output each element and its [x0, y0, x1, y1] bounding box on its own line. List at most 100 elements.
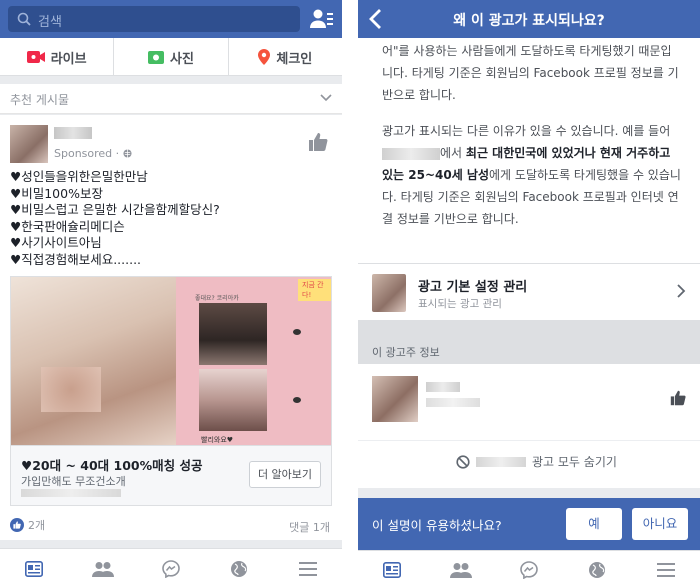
- comment-count[interactable]: 댓글 1개: [289, 519, 330, 535]
- ad-image-badge: 지금 간다!: [298, 279, 331, 301]
- advertiser-detail-blurred: [426, 398, 480, 407]
- manage-ad-preferences-sub: 표시되는 광고 관리: [418, 298, 502, 310]
- manage-ad-preferences-label: 광고 기본 설정 관리: [418, 280, 528, 295]
- advertiser-name-blurred: [476, 456, 526, 467]
- friend-requests-icon[interactable]: [310, 8, 334, 30]
- reaction-count[interactable]: 2개: [10, 517, 45, 533]
- feedback-question: 이 설명이 유용하셨나요?: [372, 518, 502, 533]
- like-count: 2개: [28, 519, 46, 532]
- globe-icon: [123, 149, 132, 158]
- post-line: ♥비밀스럽고 은밀한 시간을함께할당신?: [10, 202, 220, 217]
- tab-menu[interactable]: [274, 549, 342, 588]
- learn-more-button[interactable]: 더 알아보기: [249, 461, 321, 488]
- advertiser-info-header: 이 광고주 정보: [358, 344, 700, 364]
- advertiser-row[interactable]: [358, 364, 700, 434]
- advertiser-avatar[interactable]: [10, 125, 48, 163]
- post-line: ♥성인들을위한은밀한만남: [10, 169, 148, 184]
- header-bar: 왜 이 광고가 표시되나요?: [358, 0, 700, 38]
- post-text: ♥성인들을위한은밀한만남 ♥비밀100%보장 ♥비밀스럽고 은밀한 시간을함께할…: [10, 169, 330, 268]
- chevron-down-icon[interactable]: [320, 94, 332, 102]
- ad-description: 가입만해도 무조건소개: [21, 475, 126, 488]
- bottom-tab-bar: [0, 548, 342, 588]
- post-line: ♥직접경험해보세요.......: [10, 251, 142, 267]
- checkin-button[interactable]: 체크인: [229, 38, 342, 76]
- photo-button[interactable]: 사진: [114, 38, 229, 76]
- profile-avatar: [372, 274, 406, 312]
- messenger-icon: [162, 559, 180, 578]
- thumbs-up-icon[interactable]: [308, 132, 328, 152]
- tab-friends[interactable]: [68, 549, 136, 588]
- like-reaction-icon: [10, 518, 24, 532]
- explanation-text: 어"를 사용하는 사람들에게 도달하도록 타게팅했기 때문입니다. 타게팅 기준…: [382, 40, 682, 230]
- tab-messenger[interactable]: [495, 551, 563, 588]
- photo-label: 사진: [170, 51, 194, 67]
- advertiser-name-blurred: [426, 382, 460, 392]
- explanation-paragraph-1: 어"를 사용하는 사람들에게 도달하도록 타게팅했기 때문입니다. 타게팅 기준…: [382, 44, 679, 102]
- why-this-ad-screen: 왜 이 광고가 표시되나요? 어"를 사용하는 사람들에게 도달하도록 타게팅했…: [358, 0, 700, 588]
- yes-button[interactable]: 예: [566, 508, 622, 540]
- composer-bar: 라이브 사진 체크인: [0, 38, 342, 76]
- location-pin-icon: [258, 49, 271, 65]
- sponsored-text: Sponsored ·: [54, 147, 123, 160]
- ad-image-caption: 좋대요? 코리아카: [195, 295, 239, 302]
- search-input[interactable]: 검색: [8, 6, 300, 32]
- post-line: ♥비밀100%보장: [10, 185, 103, 201]
- menu-icon: [298, 561, 317, 576]
- advertiser-info-label: 이 광고주 정보: [372, 346, 440, 359]
- globe-icon: [589, 561, 606, 578]
- explanation-paragraph-2: 광고가 표시되는 다른 이유가 있을 수 있습니다. 예를 들어 에서 최근 대…: [382, 124, 681, 226]
- advertiser-name-blurred: [382, 147, 440, 160]
- ad-image[interactable]: 지금 간다! 좋대요? 코리아카 빨리와요♥: [11, 277, 331, 445]
- messenger-icon: [520, 560, 538, 579]
- manage-ad-preferences-row[interactable]: 광고 기본 설정 관리 표시되는 광고 관리: [358, 264, 700, 320]
- advertiser-name-blurred[interactable]: [54, 127, 92, 139]
- live-button[interactable]: 라이브: [0, 38, 115, 76]
- menu-icon: [656, 562, 675, 577]
- section-spacer: [358, 320, 700, 344]
- tab-news-feed[interactable]: [0, 549, 68, 588]
- chevron-right-icon: [677, 284, 686, 298]
- thumbs-up-icon[interactable]: [670, 390, 686, 406]
- friends-icon: [449, 562, 472, 578]
- tab-messenger[interactable]: [137, 549, 205, 588]
- hide-all-ads-label: 광고 모두 숨기기: [532, 455, 617, 469]
- no-button[interactable]: 아니요: [632, 508, 688, 540]
- tab-notifications[interactable]: [205, 549, 273, 588]
- globe-icon: [231, 560, 248, 577]
- sponsored-post: Sponsored · ♥성인들을위한은밀한만남 ♥비밀100%보장 ♥비밀스럽…: [0, 115, 342, 540]
- sponsored-label: Sponsored ·: [54, 147, 132, 160]
- top-bar: 검색: [0, 0, 342, 38]
- ad-footer: ♥20대 ~ 40대 100%매칭 성공 가입만해도 무조건소개 더 알아보기: [11, 445, 331, 505]
- section-spacer: [358, 488, 700, 498]
- suggested-posts-label: 추천 게시물: [10, 93, 70, 107]
- hide-all-ads-row[interactable]: 광고 모두 숨기기: [358, 440, 700, 484]
- hide-all-ads-button[interactable]: 광고 모두 숨기기: [456, 453, 617, 470]
- panel-divider: [342, 0, 358, 588]
- news-feed-screen: 검색 라이브 사진 체크인 추천 게시물 Sponsored · ♥성인들을위한…: [0, 0, 342, 588]
- checkin-label: 체크인: [276, 51, 313, 67]
- news-feed-icon: [25, 560, 44, 577]
- advertiser-avatar: [372, 376, 418, 422]
- suggested-posts-header: 추천 게시물: [0, 84, 342, 114]
- tab-menu[interactable]: [632, 551, 700, 588]
- post-line: ♥한국판애슐리메디슨: [10, 218, 125, 234]
- page-title: 왜 이 광고가 표시되나요?: [453, 13, 605, 29]
- search-placeholder: 검색: [38, 15, 62, 30]
- ad-headline[interactable]: ♥20대 ~ 40대 100%매칭 성공: [21, 455, 203, 474]
- live-label: 라이브: [50, 51, 87, 67]
- post-line: ♥사기사이트아님: [10, 235, 102, 250]
- tab-news-feed[interactable]: [358, 551, 426, 588]
- feedback-bar: 이 설명이 유용하셨나요? 예 아니요: [358, 498, 700, 550]
- search-icon: [17, 12, 31, 26]
- ad-card[interactable]: 지금 간다! 좋대요? 코리아카 빨리와요♥ ♥20대 ~ 40대 100%매칭…: [10, 276, 332, 506]
- news-feed-icon: [383, 561, 402, 578]
- bottom-tab-bar: [358, 550, 700, 588]
- ad-image-caption: 빨리와요♥: [201, 436, 234, 444]
- photo-icon: [148, 51, 165, 64]
- tab-notifications[interactable]: [563, 551, 631, 588]
- live-video-icon: [26, 51, 45, 63]
- ad-link-blurred: [21, 489, 121, 497]
- tab-friends[interactable]: [426, 551, 494, 588]
- block-icon: [456, 454, 470, 469]
- friends-icon: [91, 561, 114, 577]
